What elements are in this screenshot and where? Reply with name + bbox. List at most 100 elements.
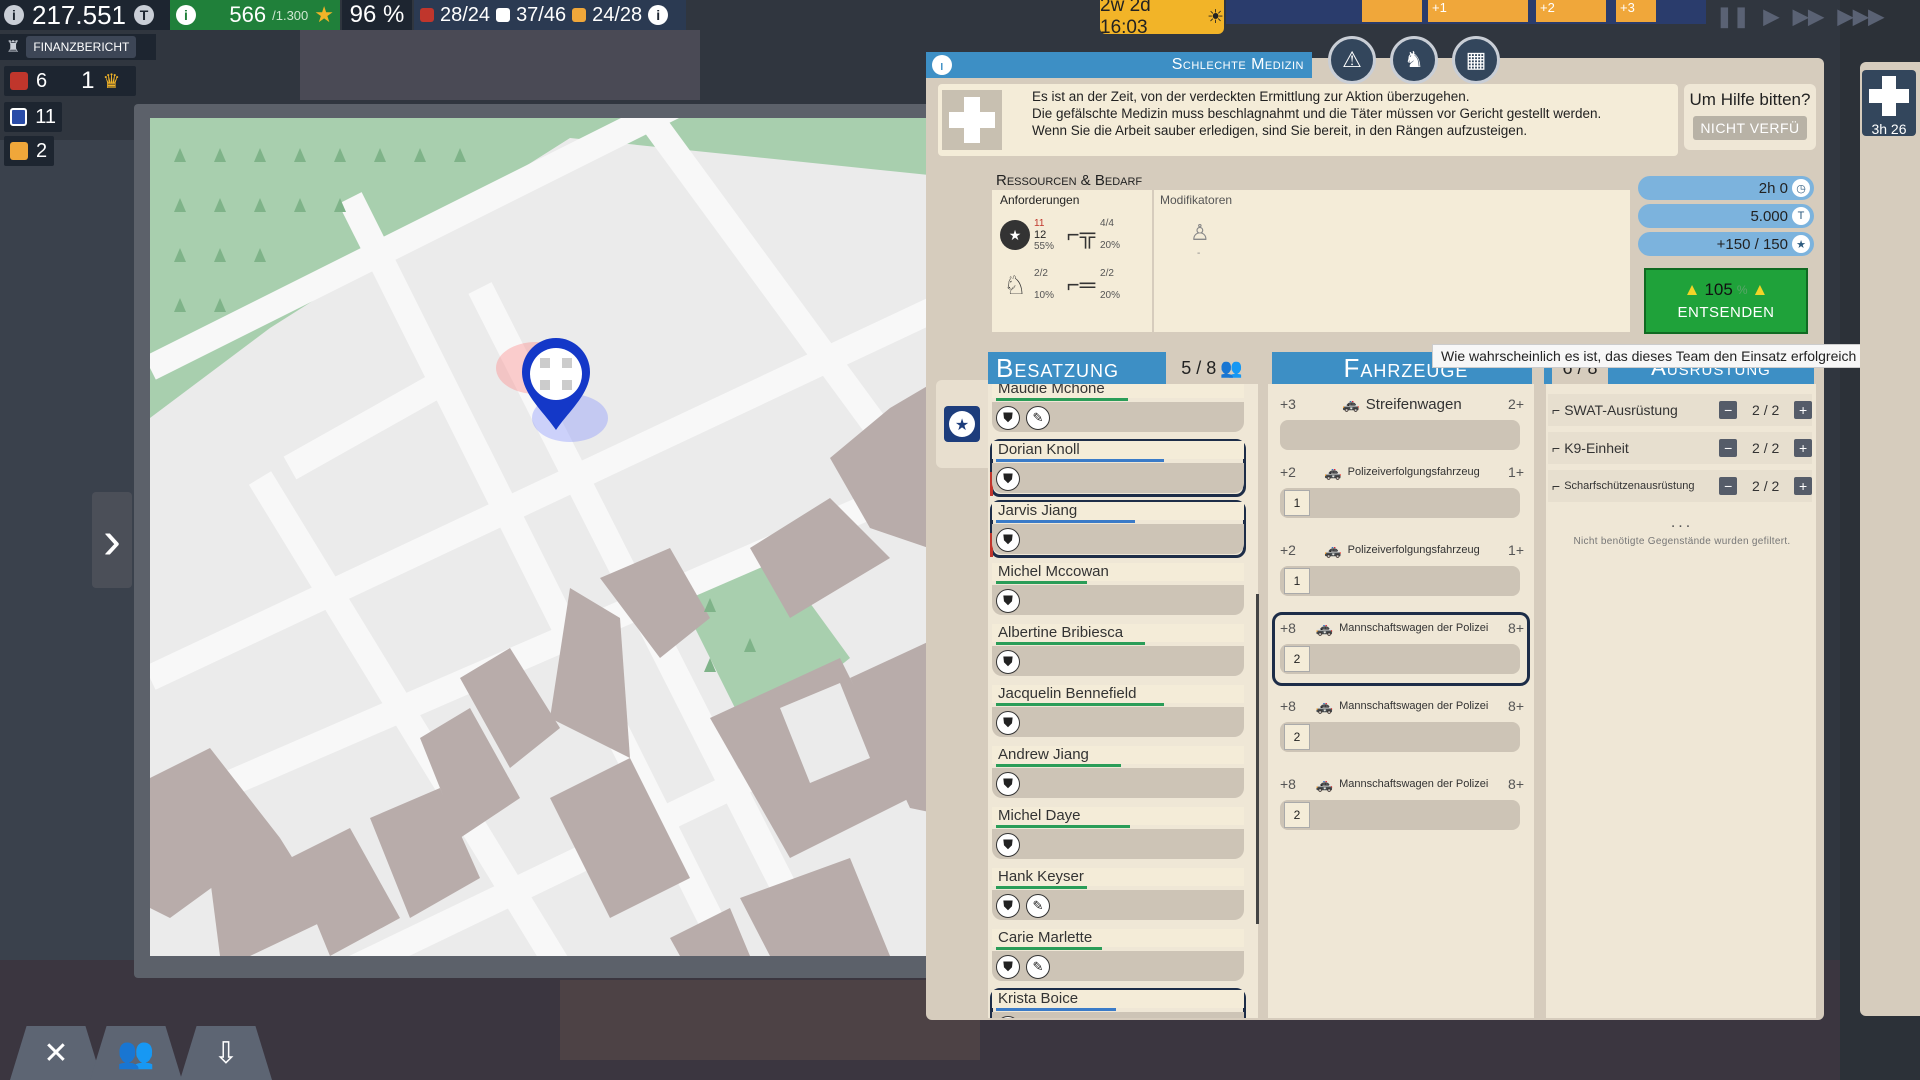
plus-button[interactable]: + [1794, 439, 1812, 457]
equipment-slot[interactable]: 1 [1284, 568, 1310, 594]
vehicle-item[interactable]: +8 🚓 Mannschaftswagen der Polizei 8+ 2 [1276, 772, 1528, 842]
crew-member[interactable]: Carie Marlette ⛊ ✎ [992, 929, 1244, 985]
fire-icon [420, 8, 434, 22]
vehicle-item[interactable]: +2 🚓 Polizeiverfolgungsfahrzeug 1+ 1 [1276, 538, 1528, 608]
expand-panel-button[interactable]: › [92, 492, 132, 588]
car-icon: 🚓 [1324, 463, 1342, 480]
medic-units: 24/28 [592, 3, 643, 26]
vehicle-bonus: +3 [1280, 396, 1296, 412]
plus-button[interactable]: + [1794, 477, 1812, 495]
crew-member-name: Maudie Mchone [992, 384, 1244, 398]
crew-member-name: Michel Mccowan [992, 563, 1244, 581]
minus-button[interactable]: − [1719, 401, 1738, 419]
help-button[interactable]: NICHT VERFÜ [1693, 116, 1807, 140]
timeline-marker-3: +3 [1616, 0, 1656, 22]
pause-icon[interactable]: ❚❚ [1716, 4, 1750, 29]
timeline-marker-2: +2 [1536, 0, 1606, 22]
fast-forward-icon[interactable]: ▶▶ [1793, 4, 1824, 29]
vehicle-item[interactable]: +3 🚓 Streifenwagen 2+ [1276, 392, 1528, 462]
crew-scrollbar[interactable] [1256, 594, 1259, 924]
fire-units: 28/24 [440, 3, 491, 26]
medic-stat-value: 2 [36, 139, 48, 162]
crew-list[interactable]: Maudie Mchone ⛊ ✎ Dorian Knoll ⛊ Jarvis Jiang… [988, 384, 1258, 1018]
dispatch-button[interactable]: ▲ 105 % ▲ ENTSENDEN [1644, 268, 1808, 334]
medic-icon [10, 142, 28, 160]
minus-button[interactable]: − [1719, 477, 1738, 495]
active-mission-card[interactable]: 3h 26 [1862, 70, 1916, 137]
crew-member-bar [996, 825, 1130, 828]
chevron-right-icon: › [103, 510, 121, 570]
equipment-slot[interactable]: 2 [1284, 646, 1310, 672]
vehicle-header: +2 🚓 Polizeiverfolgungsfahrzeug 1+ [1276, 460, 1528, 484]
crew-member-body [992, 646, 1244, 676]
vehicle-capacity: 8+ [1508, 776, 1524, 792]
police-badge-icon: ★ [998, 218, 1032, 252]
timeline-segment [1362, 0, 1422, 22]
crew-member-body [992, 1012, 1244, 1018]
police-tab[interactable]: ★ [936, 380, 988, 468]
vehicle-item[interactable]: +2 🚓 Polizeiverfolgungsfahrzeug 1+ 1 [1276, 460, 1528, 530]
help-box: Um Hilfe bitten? NICHT VERFÜ [1684, 84, 1816, 150]
equipment-name-wrap: ⌐ SWAT-Ausrüstung [1552, 402, 1715, 418]
plus-button[interactable]: + [1794, 401, 1812, 419]
modifiers-title: Modifikatoren [1160, 193, 1233, 207]
minus-button[interactable]: − [1719, 439, 1738, 457]
vehicle-name: Polizeiverfolgungsfahrzeug [1347, 466, 1480, 478]
equipment-slot[interactable]: 2 [1284, 802, 1310, 828]
vehicle-capacity: 1+ [1508, 542, 1524, 558]
car-icon: 🚓 [1342, 395, 1360, 412]
success-tooltip: Wie wahrscheinlich es ist, das dieses Te… [1432, 344, 1918, 368]
crew-member-bar [996, 398, 1128, 401]
vehicle-item[interactable]: +8 🚓 Mannschaftswagen der Polizei 8+ 2 [1272, 612, 1530, 686]
finance-report[interactable]: ♜ FINANZBERICHT [0, 34, 156, 60]
car-icon: 🚓 [1315, 775, 1334, 792]
slot-count: 2 [1293, 808, 1301, 822]
finance-report-button[interactable]: FINANZBERICHT [26, 36, 137, 58]
crew-member-bar [996, 581, 1087, 584]
vehicle-name-wrap: 🚓 Polizeiverfolgungsfahrzeug [1302, 464, 1502, 481]
fastest-forward-icon[interactable]: ▶▶▶ [1838, 4, 1884, 29]
sun-icon: ☀ [1206, 6, 1224, 28]
equipment-slot[interactable]: 1 [1284, 490, 1310, 516]
play-icon[interactable]: ▶ [1764, 4, 1779, 29]
svg-text:★: ★ [955, 417, 969, 434]
crew-member[interactable]: Albertine Bribiesca ⛊ [992, 624, 1244, 680]
info-icon[interactable]: i [932, 55, 952, 75]
vehicle-name-wrap: 🚓 Mannschaftswagen der Polizei [1302, 776, 1502, 793]
crew-title: Besatzung [996, 352, 1120, 383]
alert-button[interactable]: ⚠ [1328, 36, 1376, 84]
timeline[interactable]: +1 +2 +3 [1226, 0, 1706, 24]
equipment-slot[interactable]: 2 [1284, 724, 1310, 750]
cost-value: 5.000 [1750, 207, 1788, 225]
police-shield-icon: ⛊ [996, 650, 1020, 674]
crew-member[interactable]: Maudie Mchone ⛊ ✎ [992, 384, 1244, 436]
crew-member[interactable]: Hank Keyser ⛊ ✎ [992, 868, 1244, 924]
police-shield-icon: ⛊ [996, 955, 1020, 979]
crew-member[interactable]: Jarvis Jiang ⛊ [990, 500, 1246, 558]
police-stat-value: 11 [35, 105, 56, 128]
building-button[interactable]: ▦ [1452, 36, 1500, 84]
sniper-icon: ⌐═ [1066, 272, 1096, 297]
crew-member-bar [996, 459, 1164, 462]
warning-icon: ▲ [1751, 280, 1769, 299]
crew-member[interactable]: Krista Boice⛊ [990, 988, 1246, 1018]
mission-map[interactable] [150, 118, 958, 956]
vehicle-item[interactable]: +8 🚓 Mannschaftswagen der Polizei 8+ 2 [1276, 694, 1528, 764]
crew-member[interactable]: Michel Mccowan ⛊ [992, 563, 1244, 619]
crew-member[interactable]: Jacquelin Bennefield ⛊ [992, 685, 1244, 741]
approval-percent: 96 % [342, 0, 412, 30]
req-swat-need: 4 [1108, 218, 1114, 229]
police-shield-icon: ⛊ [996, 467, 1020, 491]
info-icon[interactable]: i [648, 5, 669, 25]
officer-button[interactable]: ♞ [1390, 36, 1438, 84]
crew-member[interactable]: Dorian Knoll ⛊ [990, 439, 1246, 497]
info-icon[interactable]: i [4, 5, 24, 25]
reputation-max: /1.300 [272, 7, 309, 23]
coin-icon: T [133, 5, 154, 25]
sniper-icon: ⌐ [1552, 478, 1561, 494]
crew-member[interactable]: Michel Daye ⛊ [992, 807, 1244, 863]
equipment-more: ... [1670, 514, 1694, 531]
officer-icon: ♞ [1404, 47, 1424, 72]
info-icon[interactable]: i [176, 5, 196, 25]
crew-member[interactable]: Andrew Jiang ⛊ [992, 746, 1244, 802]
